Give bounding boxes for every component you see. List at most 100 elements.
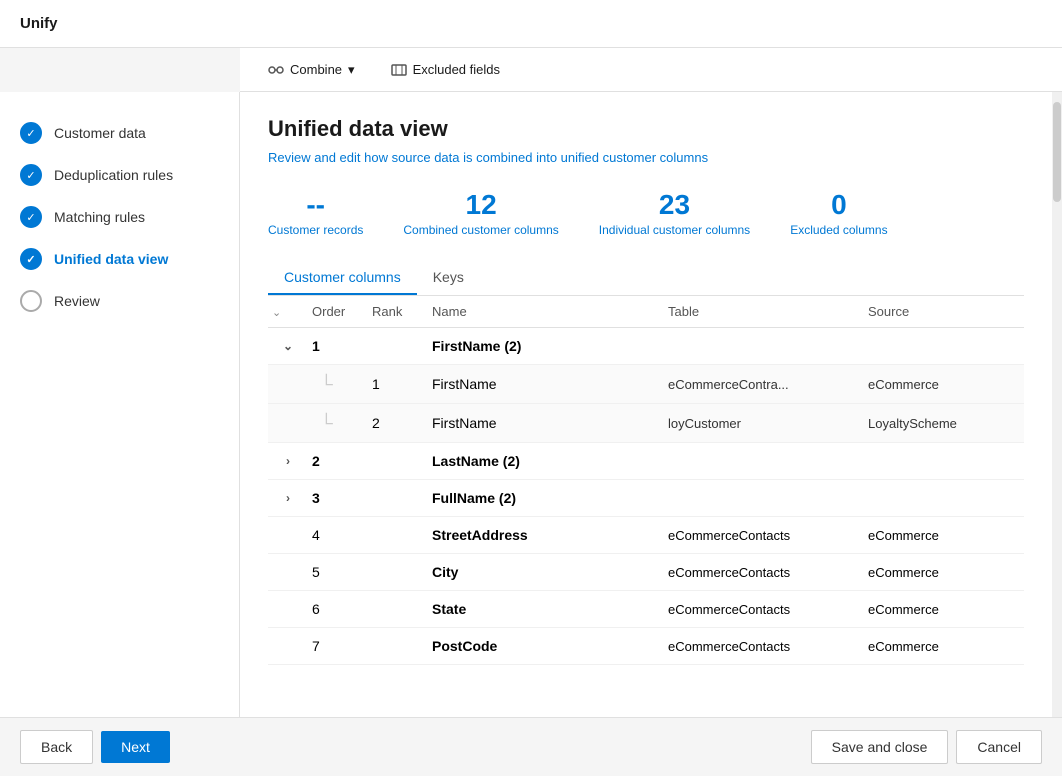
check-icon-4: ✓ <box>26 253 35 266</box>
sidebar-item-unified-data-view[interactable]: ✓ Unified data view <box>0 238 239 280</box>
app-title: Unify <box>20 15 58 32</box>
row-order-1: 1 <box>308 338 368 354</box>
expand-icon-firstname[interactable]: ⌄ <box>268 339 308 353</box>
excluded-fields-label: Excluded fields <box>413 62 500 77</box>
stat-label-individual-columns: Individual customer columns <box>599 223 750 237</box>
row-name-postcode: PostCode <box>428 638 664 654</box>
row-name-firstname2: FirstName <box>428 415 664 431</box>
table-row: › 3 FullName (2) <box>268 480 1024 517</box>
row-source-state: eCommerce <box>864 602 1024 617</box>
sidebar-item-label-5: Review <box>54 293 100 309</box>
row-table-state: eCommerceContacts <box>664 602 864 617</box>
table-row: ⌄ 1 FirstName (2) <box>268 328 1024 365</box>
stats-row: -- Customer records 12 Combined customer… <box>268 189 1024 237</box>
row-name-firstname1: FirstName <box>428 376 664 392</box>
tab-customer-columns[interactable]: Customer columns <box>268 261 417 295</box>
sidebar-item-deduplication-rules[interactable]: ✓ Deduplication rules <box>0 154 239 196</box>
sidebar-item-label-2: Deduplication rules <box>54 167 173 183</box>
sidebar-item-label: Customer data <box>54 125 146 141</box>
row-table-city: eCommerceContacts <box>664 565 864 580</box>
row-rank-child1: 1 <box>368 376 428 392</box>
stat-individual-columns: 23 Individual customer columns <box>599 189 750 237</box>
expand-icon-fullname[interactable]: › <box>268 491 308 505</box>
header-expand: ⌄ <box>268 304 308 319</box>
check-icon-2: ✓ <box>26 169 35 182</box>
header-order: Order <box>308 304 368 319</box>
row-table-firstname2: loyCustomer <box>664 416 864 431</box>
stat-value-individual-columns: 23 <box>659 189 690 221</box>
row-source-firstname1: eCommerce <box>864 377 1024 392</box>
sidebar-item-label-4: Unified data view <box>54 251 168 267</box>
row-order-fullname: 3 <box>308 490 368 506</box>
check-icon-3: ✓ <box>26 211 35 224</box>
save-close-button[interactable]: Save and close <box>811 730 949 764</box>
page-subtitle: Review and edit how source data is combi… <box>268 150 1024 165</box>
stat-value-customer-records: -- <box>306 189 325 221</box>
scrollbar-thumb[interactable] <box>1053 102 1061 202</box>
row-table-postcode: eCommerceContacts <box>664 639 864 654</box>
step-circle-unified-data-view: ✓ <box>20 248 42 270</box>
stat-label-combined-columns: Combined customer columns <box>403 223 558 237</box>
stat-customer-records: -- Customer records <box>268 189 363 237</box>
header-rank: Rank <box>368 304 428 319</box>
footer-bar: Back Next Save and close Cancel <box>0 717 1062 776</box>
sidebar-item-label-3: Matching rules <box>54 209 145 225</box>
tabs-row: Customer columns Keys <box>268 261 1024 296</box>
page-title: Unified data view <box>268 116 1024 142</box>
stat-value-combined-columns: 12 <box>466 189 497 221</box>
row-order-child2: └ <box>308 414 368 432</box>
sidebar-item-customer-data[interactable]: ✓ Customer data <box>0 112 239 154</box>
header-name: Name <box>428 304 664 319</box>
row-rank-child2: 2 <box>368 415 428 431</box>
row-order-lastname: 2 <box>308 453 368 469</box>
table-row: 5 City eCommerceContacts eCommerce <box>268 554 1024 591</box>
stat-excluded-columns: 0 Excluded columns <box>790 189 887 237</box>
stat-label-excluded-columns: Excluded columns <box>790 223 887 237</box>
combine-button[interactable]: Combine ▾ <box>260 58 363 82</box>
combine-chevron: ▾ <box>348 62 355 78</box>
header-source: Source <box>864 304 1024 319</box>
row-source-city: eCommerce <box>864 565 1024 580</box>
excluded-fields-icon <box>391 62 407 78</box>
expand-icon-lastname[interactable]: › <box>268 454 308 468</box>
stat-label-customer-records: Customer records <box>268 223 363 237</box>
table-row: └ 1 FirstName eCommerceContra... eCommer… <box>268 365 1024 404</box>
cancel-button[interactable]: Cancel <box>956 730 1042 764</box>
step-circle-deduplication-rules: ✓ <box>20 164 42 186</box>
stat-value-excluded-columns: 0 <box>831 189 847 221</box>
table-header: ⌄ Order Rank Name Table Source <box>268 296 1024 328</box>
row-name-streetaddress: StreetAddress <box>428 527 664 543</box>
step-circle-customer-data: ✓ <box>20 122 42 144</box>
sidebar-item-matching-rules[interactable]: ✓ Matching rules <box>0 196 239 238</box>
row-source-streetaddress: eCommerce <box>864 528 1024 543</box>
row-order-city: 5 <box>308 564 368 580</box>
stat-combined-columns: 12 Combined customer columns <box>403 189 558 237</box>
row-name-city: City <box>428 564 664 580</box>
row-table-firstname1: eCommerceContra... <box>664 377 864 392</box>
row-order-postcode: 7 <box>308 638 368 654</box>
row-order-state: 6 <box>308 601 368 617</box>
step-circle-review <box>20 290 42 312</box>
back-button[interactable]: Back <box>20 730 93 764</box>
content-area: Unified data view Review and edit how so… <box>240 92 1052 717</box>
table-row: › 2 LastName (2) <box>268 443 1024 480</box>
check-icon: ✓ <box>26 127 35 140</box>
row-name-fullname: FullName (2) <box>428 490 664 506</box>
row-source-postcode: eCommerce <box>864 639 1024 654</box>
header-table: Table <box>664 304 864 319</box>
sidebar: ✓ Customer data ✓ Deduplication rules ✓ … <box>0 92 240 717</box>
combine-icon <box>268 62 284 78</box>
row-name-firstname-group: FirstName (2) <box>428 338 664 354</box>
sidebar-item-review[interactable]: Review <box>0 280 239 322</box>
excluded-fields-button[interactable]: Excluded fields <box>383 58 508 82</box>
row-table-streetaddress: eCommerceContacts <box>664 528 864 543</box>
row-name-lastname: LastName (2) <box>428 453 664 469</box>
scrollbar-track[interactable] <box>1052 92 1062 717</box>
tab-keys[interactable]: Keys <box>417 261 480 295</box>
row-order-streetaddress: 4 <box>308 527 368 543</box>
table-row: 7 PostCode eCommerceContacts eCommerce <box>268 628 1024 665</box>
row-source-firstname2: LoyaltyScheme <box>864 416 1024 431</box>
next-button[interactable]: Next <box>101 731 170 763</box>
step-circle-matching-rules: ✓ <box>20 206 42 228</box>
table-row: 6 State eCommerceContacts eCommerce <box>268 591 1024 628</box>
